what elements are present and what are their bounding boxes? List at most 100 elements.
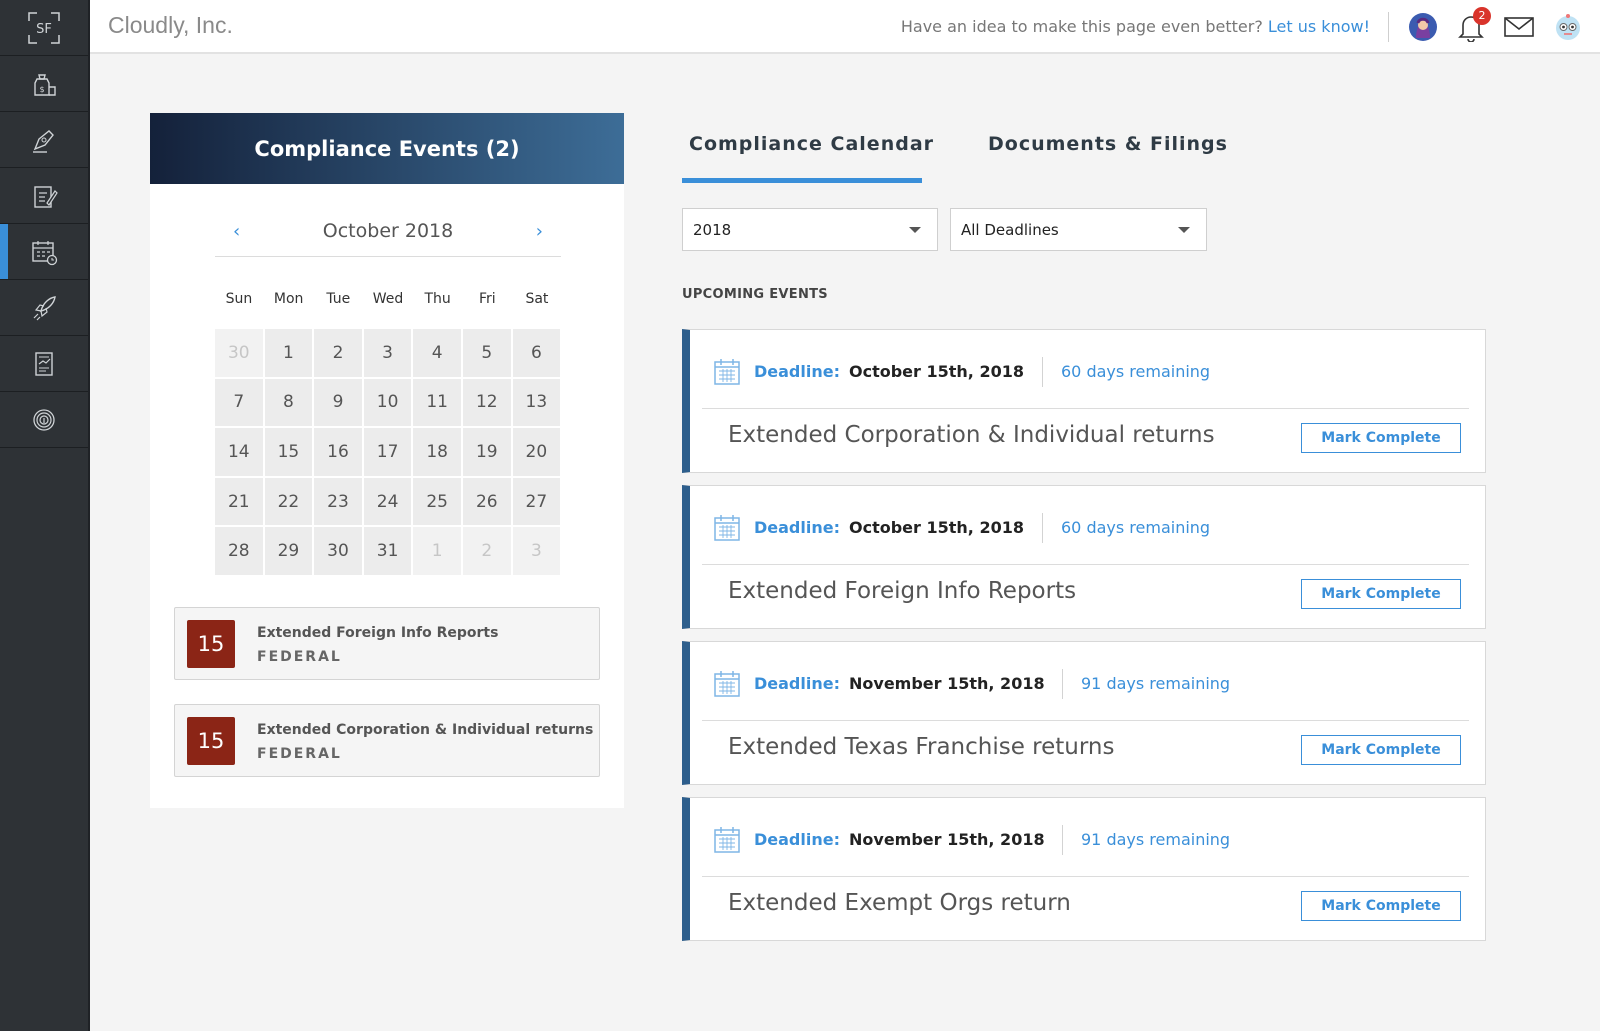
event-card[interactable]: 15 Extended Corporation & Individual ret… xyxy=(174,704,600,777)
calendar-day[interactable]: 11 xyxy=(413,378,461,427)
event-title: Extended Foreign Info Reports xyxy=(257,625,499,641)
calendar-day[interactable]: 7 xyxy=(215,378,263,427)
calendar-day[interactable]: 8 xyxy=(264,378,313,427)
calendar-day[interactable]: 21 xyxy=(215,477,263,526)
company-name: Cloudly, Inc. xyxy=(108,12,233,38)
feedback-link[interactable]: Let us know! xyxy=(1268,17,1370,36)
calendar-day[interactable]: 5 xyxy=(462,329,511,377)
sidebar-item-sign[interactable] xyxy=(0,112,88,168)
sidebar-item-documents[interactable] xyxy=(0,168,88,224)
days-remaining: 60 days remaining xyxy=(1061,518,1211,537)
calendar-day[interactable]: 1 xyxy=(413,527,461,575)
deadline-filter-select[interactable]: All Deadlines xyxy=(950,208,1207,251)
calendar-day[interactable]: 26 xyxy=(462,477,511,526)
top-bar: Cloudly, Inc. Have an idea to make this … xyxy=(90,0,1600,54)
calendar-day[interactable]: 4 xyxy=(413,329,461,377)
svg-text:$: $ xyxy=(39,85,44,94)
sidebar-item-finance[interactable]: $ xyxy=(0,56,88,112)
sidebar-item-launch[interactable] xyxy=(0,280,88,336)
deadline-filter-value: All Deadlines xyxy=(961,221,1059,239)
card-divider xyxy=(702,564,1469,565)
calendar-day[interactable]: 10 xyxy=(363,378,412,427)
calendar-icon xyxy=(714,671,740,697)
calendar-day[interactable]: 2 xyxy=(314,329,362,377)
calendar-day[interactable]: 16 xyxy=(314,428,362,476)
logo[interactable]: SF xyxy=(0,0,88,56)
calendar-day[interactable]: 17 xyxy=(363,428,412,476)
calendar-day[interactable]: 30 xyxy=(314,527,362,575)
weekday-label: Fri xyxy=(478,291,496,307)
calendar-grid: 30 1 2 3 4 5 6 7 8 9 10 11 12 13 14 15 16 17 18 19 20 21 22 23 2… xyxy=(215,329,561,575)
active-tab-indicator xyxy=(682,178,922,183)
calendar-day[interactable]: 25 xyxy=(413,477,461,526)
calendar-day[interactable]: 22 xyxy=(264,477,313,526)
year-select[interactable]: 2018 xyxy=(682,208,938,251)
mark-complete-button[interactable]: Mark Complete xyxy=(1301,891,1461,921)
calendar-day[interactable]: 1 xyxy=(264,329,313,377)
calendar-nav: ‹ October 2018 › xyxy=(215,217,561,257)
sidebar: SF $ xyxy=(0,0,90,1031)
weekday-label: Sat xyxy=(525,291,549,307)
calendar-day[interactable]: 30 xyxy=(215,329,263,377)
report-icon xyxy=(35,351,53,376)
event-title: Extended Corporation & Individual return… xyxy=(728,422,1215,448)
mail-icon xyxy=(1504,17,1534,37)
upcoming-events-label: UPCOMING EVENTS xyxy=(682,287,828,302)
next-month-button[interactable]: › xyxy=(536,221,543,242)
calendar-day[interactable]: 12 xyxy=(462,378,511,427)
top-divider xyxy=(1388,12,1389,42)
deadline-label: Deadline: xyxy=(754,362,840,381)
avatar-icon xyxy=(1409,13,1437,41)
event-category: FEDERAL xyxy=(257,649,342,665)
calendar-day[interactable]: 31 xyxy=(363,527,412,575)
calendar-day[interactable]: 9 xyxy=(314,378,362,427)
mark-complete-button[interactable]: Mark Complete xyxy=(1301,579,1461,609)
feedback-text: Have an idea to make this page even bett… xyxy=(900,17,1263,36)
calendar-day[interactable]: 20 xyxy=(512,428,561,476)
calendar-clock-icon xyxy=(32,240,58,265)
calendar-day[interactable]: 2 xyxy=(462,527,511,575)
calendar-day[interactable]: 19 xyxy=(462,428,511,476)
deadline-date: November 15th, 2018 xyxy=(849,830,1045,849)
feedback-prompt: Have an idea to make this page even bett… xyxy=(901,17,1370,36)
calendar-day[interactable]: 27 xyxy=(512,477,561,526)
caret-down-icon xyxy=(1178,227,1190,233)
calendar-day[interactable]: 14 xyxy=(215,428,263,476)
calendar-day[interactable]: 3 xyxy=(363,329,412,377)
upcoming-event-card: Deadline: October 15th, 2018 60 days remai… xyxy=(682,485,1486,629)
deadline-label: Deadline: xyxy=(754,518,840,537)
month-label: October 2018 xyxy=(322,220,454,242)
pen-icon xyxy=(33,129,54,153)
mark-complete-button[interactable]: Mark Complete xyxy=(1301,735,1461,765)
calendar-day[interactable]: 18 xyxy=(413,428,461,476)
days-remaining: 91 days remaining xyxy=(1081,674,1231,693)
calendar-day[interactable]: 29 xyxy=(264,527,313,575)
calendar-day[interactable]: 3 xyxy=(512,527,561,575)
messages-button[interactable] xyxy=(1503,11,1535,43)
user-avatar[interactable] xyxy=(1407,11,1439,43)
sidebar-item-calendar[interactable] xyxy=(0,224,88,280)
tab-documents-filings[interactable]: Documents & Filings xyxy=(988,133,1228,155)
notifications-button[interactable]: 2 xyxy=(1455,7,1491,43)
event-title: Extended Exempt Orgs return xyxy=(728,890,1071,916)
calendar-icon xyxy=(714,827,740,853)
tab-compliance-calendar[interactable]: Compliance Calendar xyxy=(689,133,934,155)
calendar-day[interactable]: 15 xyxy=(264,428,313,476)
calendar-day[interactable]: 23 xyxy=(314,477,362,526)
calendar-day[interactable]: 13 xyxy=(512,378,561,427)
calendar-day[interactable]: 6 xyxy=(512,329,561,377)
event-card[interactable]: 15 Extended Foreign Info Reports FEDERAL xyxy=(174,607,600,680)
sidebar-item-security[interactable] xyxy=(0,392,88,448)
year-select-value: 2018 xyxy=(693,221,732,239)
help-bot-button[interactable] xyxy=(1552,11,1584,43)
event-category: FEDERAL xyxy=(257,746,342,762)
calendar-day[interactable]: 28 xyxy=(215,527,263,575)
sidebar-item-reports[interactable] xyxy=(0,336,88,392)
deadline-separator xyxy=(1042,357,1043,387)
event-date-badge: 15 xyxy=(187,620,235,668)
event-title: Extended Corporation & Individual return… xyxy=(257,722,594,738)
mark-complete-button[interactable]: Mark Complete xyxy=(1301,423,1461,453)
caret-down-icon xyxy=(909,227,921,233)
upcoming-event-card: Deadline: November 15th, 2018 91 days rema… xyxy=(682,641,1486,785)
calendar-day[interactable]: 24 xyxy=(363,477,412,526)
